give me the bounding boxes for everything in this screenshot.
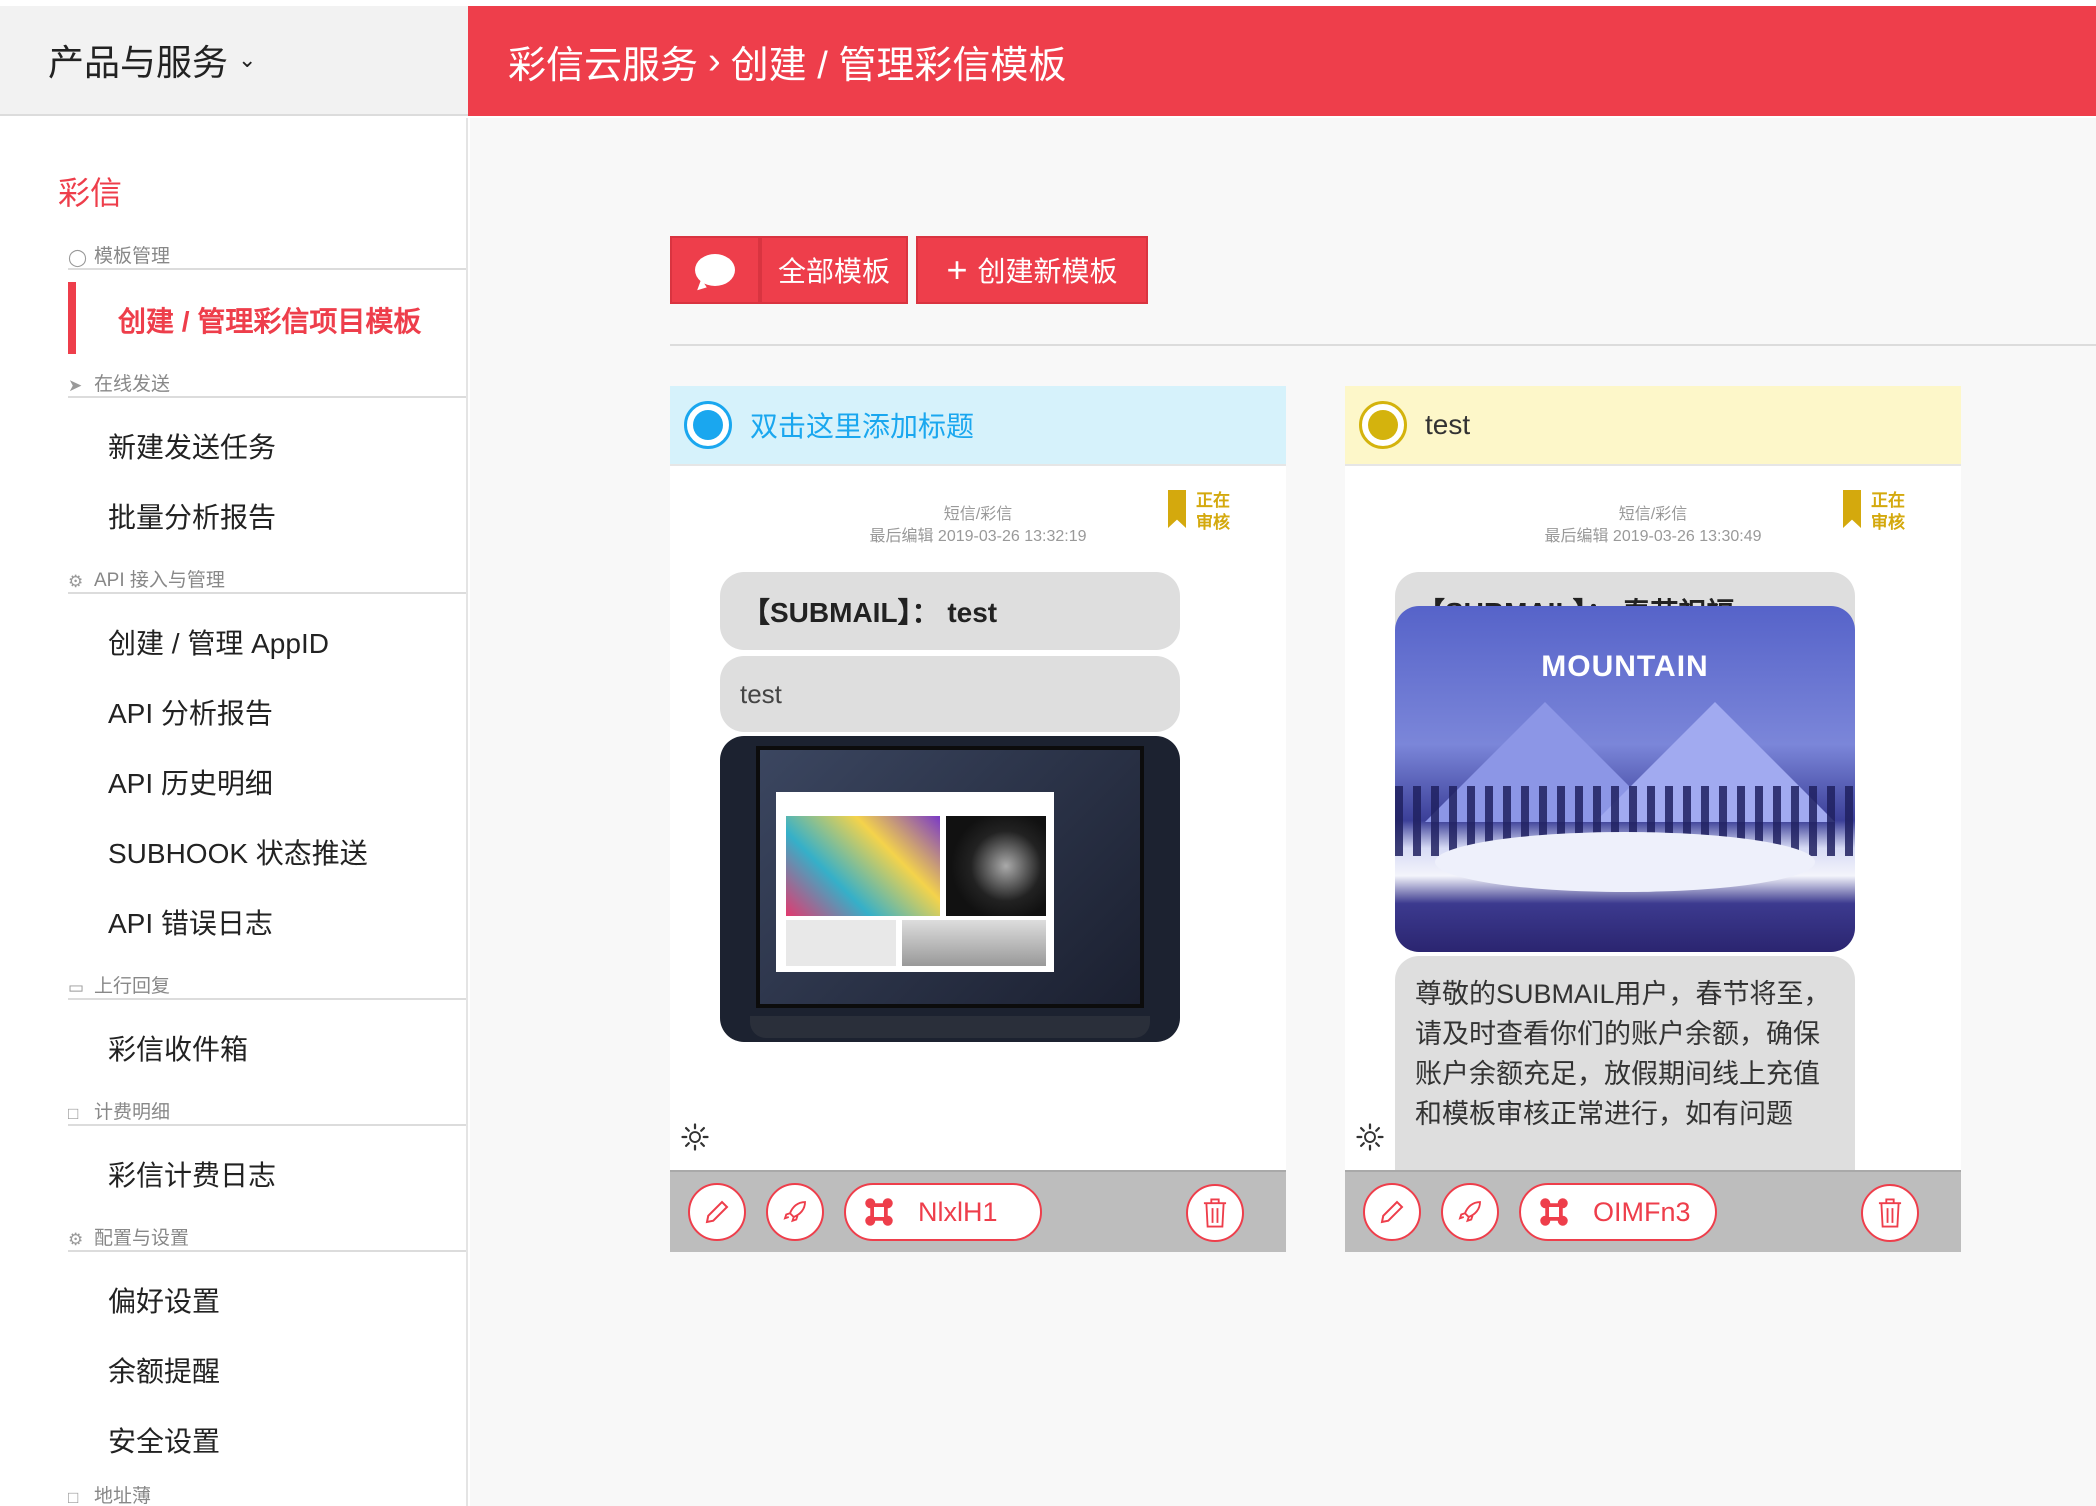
sidebar-item-security[interactable]: 安全设置 — [108, 1420, 220, 1460]
card-body: 短信/彩信 最后编辑 2019-03-26 13:32:19 正在 审核 【SU… — [670, 466, 1286, 1170]
sidebar: 彩信 ◯ 模板管理 创建 / 管理彩信项目模板 ➤ 在线发送 新建发送任务 批量… — [0, 118, 468, 1506]
template-card: 双击这里添加标题 短信/彩信 最后编辑 2019-03-26 13:32:19 … — [670, 386, 1286, 1252]
sidebar-item-template-manage[interactable]: 创建 / 管理彩信项目模板 — [118, 300, 421, 340]
message-subject: 【SUBMAIL】： test — [720, 572, 1180, 650]
section-template: ◯ 模板管理 — [68, 240, 466, 270]
section-config: ⚙ 配置与设置 — [68, 1222, 466, 1252]
chat-bubble-icon — [695, 254, 735, 286]
create-template-button[interactable]: + 创建新模板 — [916, 236, 1148, 304]
breadcrumb-root[interactable]: 彩信云服务 — [508, 34, 698, 89]
trash-icon — [1878, 1198, 1902, 1228]
section-label: 上行回复 — [94, 976, 171, 997]
active-indicator — [68, 282, 76, 354]
section-label: 模板管理 — [94, 246, 171, 267]
message-image: MOUNTAIN — [1395, 606, 1855, 952]
trash-icon — [1203, 1198, 1227, 1228]
edit-button[interactable] — [688, 1183, 746, 1241]
sidebar-item-prefs[interactable]: 偏好设置 — [108, 1280, 220, 1320]
template-card: test 短信/彩信 最后编辑 2019-03-26 13:30:49 正在 审… — [1345, 386, 1961, 1252]
pencil-icon — [705, 1200, 729, 1224]
status-line1: 正在 — [1871, 491, 1905, 510]
toolbar: 全部模板 + 创建新模板 — [670, 236, 1148, 304]
template-id-icon — [1540, 1198, 1568, 1226]
status-badge: 正在 审核 — [1168, 490, 1230, 534]
section-label: 计费明细 — [94, 1102, 171, 1123]
status-line2: 审核 — [1871, 513, 1905, 532]
sidebar-item-api-report[interactable]: API 分析报告 — [108, 692, 273, 732]
sidebar-title: 彩信 — [58, 175, 123, 211]
send-button[interactable] — [766, 1183, 824, 1241]
card-body: 短信/彩信 最后编辑 2019-03-26 13:30:49 正在 审核 【SU… — [1345, 466, 1961, 1170]
message-text: 尊敬的SUBMAIL用户，春节将至，请及时查看你们的账户余额，确保账户余额充足，… — [1395, 956, 1855, 1170]
divider — [670, 344, 2096, 346]
paper-plane-icon: ➤ — [68, 376, 83, 395]
sidebar-item-balance-alert[interactable]: 余额提醒 — [108, 1350, 220, 1390]
delete-button[interactable] — [1186, 1184, 1244, 1242]
breadcrumb-current: 创建 / 管理彩信模板 — [730, 44, 1067, 87]
message-image — [720, 736, 1180, 1042]
message-filter-button[interactable] — [670, 236, 760, 304]
section-label: 在线发送 — [94, 374, 171, 395]
section-label: API 接入与管理 — [94, 570, 225, 591]
sidebar-item-batch-report[interactable]: 批量分析报告 — [108, 496, 276, 536]
api-icon: ⚙ — [68, 572, 84, 591]
radio-select[interactable] — [684, 401, 732, 449]
section-api: ⚙ API 接入与管理 — [68, 564, 466, 594]
card-actions: NlxlH1 — [670, 1170, 1286, 1252]
section-label: 地址薄 — [94, 1486, 152, 1506]
all-templates-button[interactable]: 全部模板 — [760, 236, 908, 304]
pencil-icon — [1380, 1200, 1404, 1224]
send-button[interactable] — [1441, 1183, 1499, 1241]
create-template-label: 创建新模板 — [977, 256, 1118, 287]
products-menu[interactable]: 产品与服务 ⌄ — [0, 6, 468, 116]
card-header[interactable]: 双击这里添加标题 — [670, 386, 1286, 466]
sidebar-item-appid[interactable]: 创建 / 管理 AppID — [108, 622, 329, 662]
message-text: test — [720, 656, 1180, 732]
page-header: 彩信云服务 › 创建 / 管理彩信模板 — [468, 6, 2096, 116]
delete-button[interactable] — [1861, 1184, 1919, 1242]
sidebar-item-api-history[interactable]: API 历史明细 — [108, 762, 273, 802]
template-id: NlxlH1 — [918, 1196, 998, 1227]
sidebar-item-new-task[interactable]: 新建发送任务 — [108, 426, 276, 466]
card-header[interactable]: test — [1345, 386, 1961, 466]
bookmark-icon: □ — [68, 1104, 79, 1123]
status-badge: 正在 审核 — [1843, 490, 1905, 534]
inbox-icon: ▭ — [68, 978, 85, 997]
breadcrumb-separator: › — [708, 39, 721, 82]
section-reply: ▭ 上行回复 — [68, 970, 466, 1000]
gear-icon: ⚙ — [68, 1230, 84, 1249]
edit-button[interactable] — [1363, 1183, 1421, 1241]
template-id-pill[interactable]: OIMFn3 — [1519, 1183, 1717, 1241]
image-heading: MOUNTAIN — [1541, 650, 1709, 683]
circle-icon: ◯ — [68, 248, 88, 267]
status-line2: 审核 — [1196, 513, 1230, 532]
rocket-icon — [783, 1201, 806, 1223]
sidebar-item-inbox[interactable]: 彩信收件箱 — [108, 1028, 248, 1068]
sidebar-item-billing-log[interactable]: 彩信计费日志 — [108, 1154, 276, 1194]
bookmark-icon — [1843, 490, 1861, 528]
card-actions: OIMFn3 — [1345, 1170, 1961, 1252]
template-id: OIMFn3 — [1593, 1196, 1691, 1227]
section-online: ➤ 在线发送 — [68, 368, 466, 398]
card-title[interactable]: 双击这里添加标题 — [750, 405, 974, 445]
section-label: 配置与设置 — [94, 1228, 190, 1249]
template-id-pill[interactable]: NlxlH1 — [844, 1183, 1042, 1241]
radio-select[interactable] — [1359, 401, 1407, 449]
section-address: □ 地址薄 — [68, 1480, 466, 1506]
plus-icon: + — [946, 249, 968, 290]
status-line1: 正在 — [1196, 491, 1230, 510]
settings-gear-icon[interactable] — [1355, 1122, 1385, 1152]
section-billing: □ 计费明细 — [68, 1096, 466, 1126]
settings-gear-icon[interactable] — [680, 1122, 710, 1152]
template-id-icon — [865, 1198, 893, 1226]
products-menu-label: 产品与服务 — [48, 42, 229, 83]
rocket-icon — [1458, 1201, 1481, 1223]
bookmark-icon — [1168, 490, 1186, 528]
chevron-down-icon: ⌄ — [238, 47, 257, 72]
sidebar-item-api-errors[interactable]: API 错误日志 — [108, 902, 273, 942]
sidebar-item-subhook[interactable]: SUBHOOK 状态推送 — [108, 832, 368, 872]
book-icon: □ — [68, 1488, 79, 1506]
card-title[interactable]: test — [1425, 409, 1470, 441]
